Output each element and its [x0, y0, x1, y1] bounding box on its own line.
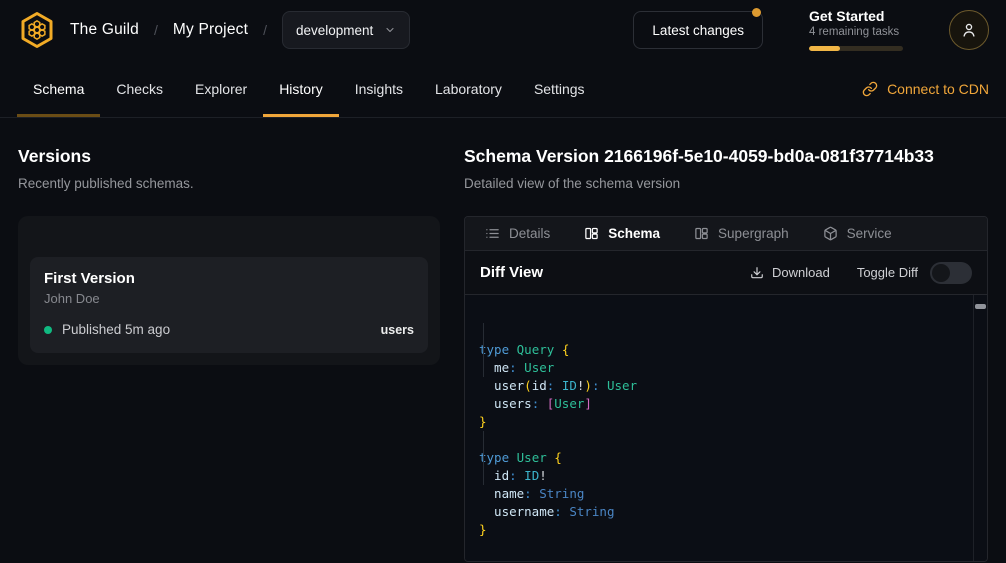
- versions-title: Versions: [18, 146, 440, 167]
- schema-version-section: Schema Version 2166196f-5e10-4059-bd0a-0…: [464, 146, 988, 562]
- code-line: username: String: [479, 503, 963, 521]
- get-started-progress-fill: [809, 46, 840, 51]
- detail-tab-schema[interactable]: Schema: [584, 226, 660, 241]
- toggle-diff-group: Toggle Diff: [857, 262, 972, 284]
- breadcrumb-separator: /: [263, 22, 267, 38]
- diff-view-actions: Download Toggle Diff: [750, 262, 972, 284]
- indent-guide: [483, 323, 484, 377]
- download-label: Download: [772, 265, 830, 280]
- code-line: }: [479, 521, 963, 539]
- schema-version-panel: Details Schema Supergraph Service Diff View…: [464, 216, 988, 562]
- versions-card: First Version John Doe Published 5m ago use…: [18, 216, 440, 365]
- nav-tab-schema[interactable]: Schema: [17, 60, 100, 117]
- active-tab-underline: [263, 114, 339, 117]
- toggle-knob: [932, 264, 950, 282]
- code-lines: type Query { me: User user(id: ID!): Use…: [479, 341, 963, 539]
- diff-view-title: Diff View: [480, 264, 543, 281]
- project-name[interactable]: My Project: [173, 21, 248, 39]
- nav-tab-label: Laboratory: [435, 81, 502, 97]
- version-list-item[interactable]: First Version John Doe Published 5m ago use…: [30, 257, 428, 353]
- download-button[interactable]: Download: [750, 265, 830, 280]
- version-name: First Version: [44, 270, 414, 287]
- columns-icon: [694, 226, 709, 241]
- detail-tab-bar: Details Schema Supergraph Service: [465, 217, 987, 251]
- get-started-title: Get Started: [809, 9, 903, 23]
- get-started-widget[interactable]: Get Started 4 remaining tasks: [809, 9, 903, 51]
- download-icon: [750, 266, 764, 280]
- link-icon: [862, 81, 878, 97]
- detail-tab-label: Supergraph: [718, 226, 789, 241]
- code-scrollbar[interactable]: [973, 295, 987, 561]
- versions-subtitle: Recently published schemas.: [18, 176, 440, 191]
- list-icon: [485, 226, 500, 241]
- version-list: First Version John Doe Published 5m ago use…: [30, 257, 428, 353]
- schema-code-viewer[interactable]: type Query { me: User user(id: ID!): Use…: [465, 295, 987, 561]
- guild-logo-icon[interactable]: [17, 10, 57, 50]
- header-actions: Latest changes Get Started 4 remaining t…: [633, 9, 989, 51]
- nav-tab-checks[interactable]: Checks: [100, 60, 179, 117]
- nav-tab-label: Checks: [116, 81, 163, 97]
- code-line: name: String: [479, 485, 963, 503]
- code-scrollbar-thumb[interactable]: [975, 304, 986, 309]
- breadcrumb-separator: /: [154, 22, 158, 38]
- detail-tab-supergraph[interactable]: Supergraph: [694, 226, 789, 241]
- nav-tab-label: Explorer: [195, 81, 247, 97]
- published-status-icon: [44, 326, 52, 334]
- breadcrumb: The Guild / My Project / development: [17, 10, 410, 50]
- cube-icon: [823, 226, 838, 241]
- version-service-badge: users: [381, 323, 414, 337]
- main-content: Versions Recently published schemas. Fir…: [0, 118, 1006, 562]
- nav-tab-explorer[interactable]: Explorer: [179, 60, 263, 117]
- nav-tab-insights[interactable]: Insights: [339, 60, 419, 117]
- code-line: user(id: ID!): User: [479, 377, 963, 395]
- indent-guide: [483, 431, 484, 485]
- versions-section: Versions Recently published schemas. Fir…: [18, 146, 440, 562]
- toggle-diff-switch[interactable]: [930, 262, 972, 284]
- toggle-diff-label: Toggle Diff: [857, 265, 918, 280]
- get-started-subtitle: 4 remaining tasks: [809, 27, 903, 39]
- nav-tab-label: History: [279, 81, 323, 97]
- nav-tab-label: Settings: [534, 81, 585, 97]
- code-line: [479, 431, 963, 449]
- schema-version-subtitle: Detailed view of the schema version: [464, 176, 988, 191]
- columns-icon: [584, 226, 599, 241]
- nav-tab-label: Insights: [355, 81, 403, 97]
- detail-tab-service[interactable]: Service: [823, 226, 892, 241]
- schema-version-title: Schema Version 2166196f-5e10-4059-bd0a-0…: [464, 146, 988, 167]
- app-header: The Guild / My Project / development Lat…: [0, 0, 1006, 60]
- detail-tab-label: Schema: [608, 226, 660, 241]
- code-line: users: [User]: [479, 395, 963, 413]
- detail-tab-label: Service: [847, 226, 892, 241]
- org-name[interactable]: The Guild: [70, 21, 139, 39]
- nav-tab-history[interactable]: History: [263, 60, 339, 117]
- nav-tab-laboratory[interactable]: Laboratory: [419, 60, 518, 117]
- connect-to-cdn-link[interactable]: Connect to CDN: [862, 60, 989, 117]
- get-started-progress-track: [809, 46, 903, 51]
- code-line: id: ID!: [479, 467, 963, 485]
- version-status: Published 5m ago: [62, 322, 170, 337]
- diff-view-header: Diff View Download Toggle Diff: [465, 251, 987, 295]
- code-line: type User {: [479, 449, 963, 467]
- connect-to-cdn-label: Connect to CDN: [887, 81, 989, 97]
- notification-dot: [752, 8, 761, 17]
- detail-tab-label: Details: [509, 226, 550, 241]
- nav-tab-list: Schema Checks Explorer History Insights Labor…: [17, 60, 601, 117]
- code-line: }: [479, 413, 963, 431]
- version-author: John Doe: [44, 291, 414, 306]
- person-icon: [960, 21, 978, 39]
- section-tab-underline: [17, 114, 100, 117]
- environment-select[interactable]: development: [282, 11, 410, 49]
- chevron-down-icon: [384, 24, 396, 36]
- nav-tab-label: Schema: [33, 81, 84, 97]
- detail-tab-details[interactable]: Details: [485, 226, 550, 241]
- user-avatar[interactable]: [949, 10, 989, 50]
- version-status-row: Published 5m ago users: [44, 322, 414, 337]
- latest-changes-label: Latest changes: [652, 23, 744, 38]
- primary-nav: Schema Checks Explorer History Insights Labor…: [0, 60, 1006, 118]
- code-line: type Query {: [479, 341, 963, 359]
- nav-tab-settings[interactable]: Settings: [518, 60, 601, 117]
- environment-value: development: [296, 23, 373, 38]
- latest-changes-button[interactable]: Latest changes: [633, 11, 763, 49]
- code-line: me: User: [479, 359, 963, 377]
